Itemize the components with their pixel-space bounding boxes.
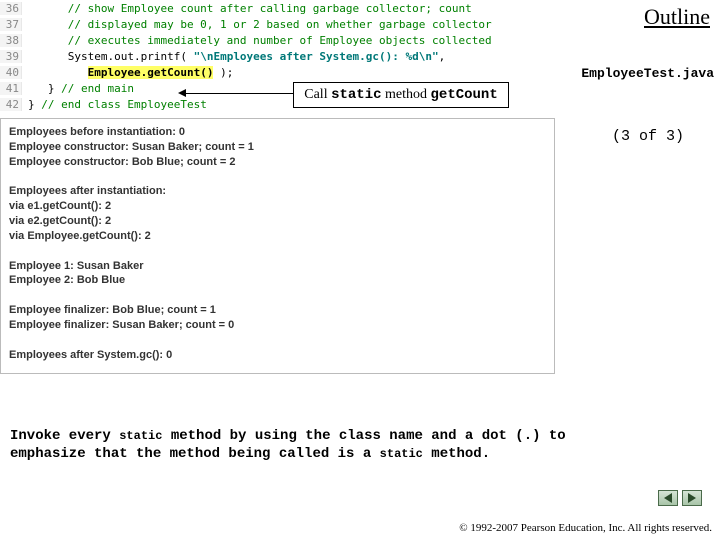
line-number: 40 [0,66,22,79]
code-line: 39 System.out.printf( "\nEmployees after… [0,48,555,64]
nav-buttons [658,490,702,506]
code-line: 36 // show Employee count after calling … [0,0,555,16]
line-number: 38 [0,34,22,47]
note-static2: static [380,447,423,461]
code-text: // displayed may be 0, 1 or 2 based on w… [22,18,492,31]
note-t4: method. [423,446,490,462]
footnote: Invoke every static method by using the … [10,428,700,463]
callout-text-pre: Call [304,87,331,102]
note-t1: Invoke every [10,428,119,444]
code-text: } // end class EmployeeTest [22,98,207,111]
line-number: 39 [0,50,22,63]
callout-kw-getcount: getCount [431,87,498,103]
prev-button[interactable] [658,490,678,506]
triangle-right-icon [688,493,696,503]
code-line: 40 Employee.getCount() ); [0,64,555,80]
note-t3: emphasize that the method being called i… [10,446,380,462]
next-button[interactable] [682,490,702,506]
line-number: 42 [0,98,22,111]
outline-heading: Outline [644,4,710,30]
triangle-left-icon [664,493,672,503]
note-static1: static [119,429,162,443]
code-text: System.out.printf( "\nEmployees after Sy… [22,50,445,63]
code-line: 38 // executes immediately and number of… [0,32,555,48]
code-text: // executes immediately and number of Em… [22,34,492,47]
program-output: Employees before instantiation: 0 Employ… [0,118,555,374]
line-number: 37 [0,18,22,31]
page-indicator: (3 of 3) [612,128,684,145]
code-text: // show Employee count after calling gar… [22,2,472,15]
code-line: 37 // displayed may be 0, 1 or 2 based o… [0,16,555,32]
code-text: Employee.getCount() ); [22,66,233,79]
copyright-text: © 1992-2007 Pearson Education, Inc. All … [459,522,712,534]
callout-kw-static: static [331,87,381,103]
filename-label: EmployeeTest.java [581,66,714,81]
callout-arrow-head-icon [178,89,186,97]
callout-arrow-line [184,93,293,94]
line-number: 36 [0,2,22,15]
note-t2: method by using the class name and a dot… [162,428,565,444]
callout-box: Call static method getCount [293,82,509,108]
callout-text-mid: method [382,87,431,102]
line-number: 41 [0,82,22,95]
code-text: } // end main [22,82,134,95]
